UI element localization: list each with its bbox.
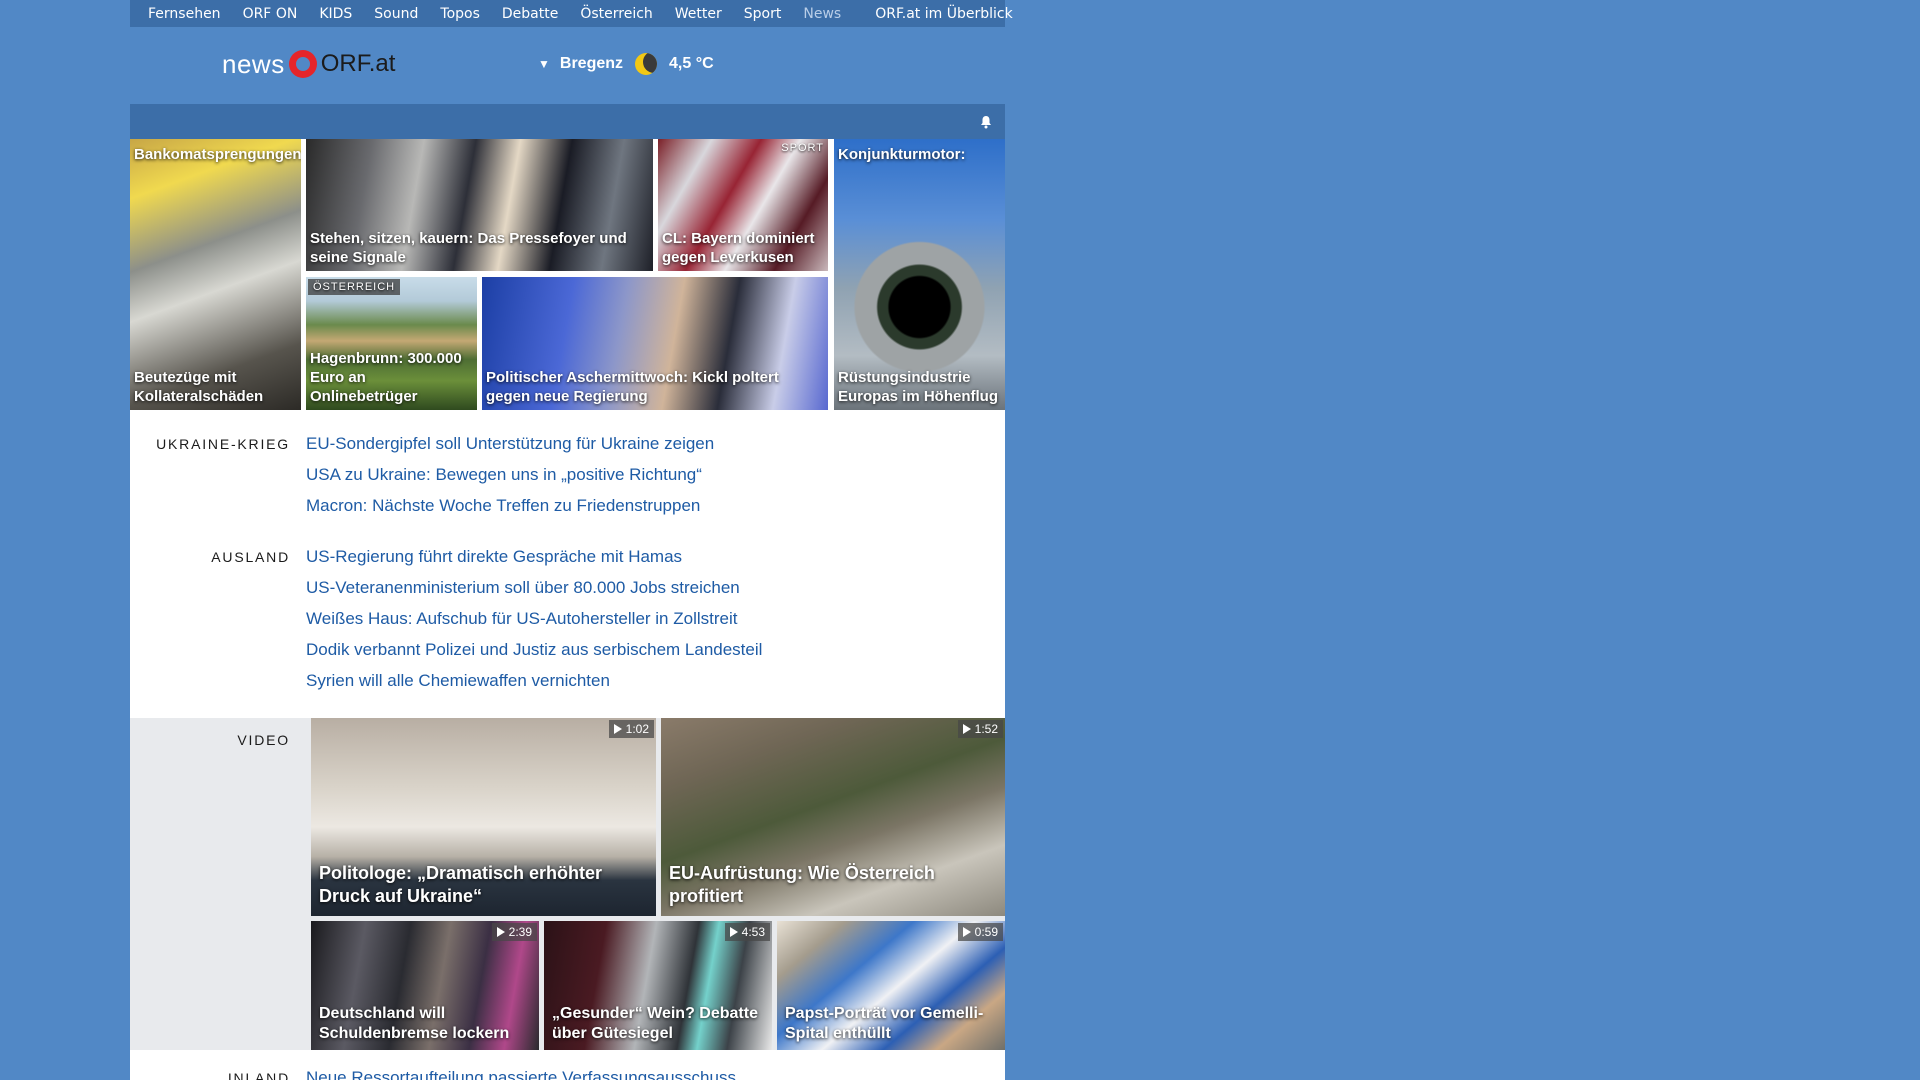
nav-item-oesterreich[interactable]: Österreich bbox=[580, 6, 652, 22]
section-label: INLAND bbox=[227, 1070, 290, 1080]
site-logo[interactable]: news ORF.at bbox=[222, 46, 395, 82]
location-dropdown-icon[interactable]: ▼ bbox=[538, 57, 550, 71]
list-item: Syrien will alle Chemiewaffen vernichten bbox=[306, 671, 762, 702]
play-icon bbox=[962, 724, 971, 734]
headline-link[interactable]: Syrien will alle Chemiewaffen vernichten bbox=[306, 671, 610, 690]
headline-link[interactable]: US-Regierung führt direkte Gespräche mit… bbox=[306, 547, 682, 566]
nav-item-topos[interactable]: Topos bbox=[440, 6, 479, 22]
logo-orf-text: ORF.at bbox=[320, 50, 396, 77]
nav-item-fernsehen[interactable]: Fernsehen bbox=[148, 6, 221, 22]
news-header-bar bbox=[130, 104, 1005, 139]
list-item: US-Veteranenministerium soll über 80.000… bbox=[306, 578, 762, 609]
nav-item-sound[interactable]: Sound bbox=[374, 6, 418, 22]
story-headline: Rüstungsindustrie Europas im Höhenflug bbox=[838, 369, 999, 405]
section-label: VIDEO bbox=[237, 732, 290, 748]
nav-item-sport[interactable]: Sport bbox=[744, 6, 782, 22]
story-tile-ruestung[interactable]: Konjunkturmotor: Rüstungsindustrie Europ… bbox=[834, 139, 1005, 410]
headline-list: US-Regierung führt direkte Gespräche mit… bbox=[306, 547, 762, 702]
video-duration: 1:52 bbox=[957, 720, 1003, 738]
headline-link[interactable]: US-Veteranenministerium soll über 80.000… bbox=[306, 578, 740, 597]
headline-link[interactable]: Weißes Haus: Aufschub für US-Autoherstel… bbox=[306, 609, 737, 628]
video-duration: 2:39 bbox=[491, 923, 537, 941]
headline-link[interactable]: Macron: Nächste Woche Treffen zu Frieden… bbox=[306, 496, 700, 515]
video-tile-papst[interactable]: 0:59 Papst-Porträt vor Gemelli-Spital en… bbox=[777, 921, 1005, 1050]
story-headline: Stehen, sitzen, kauern: Das Pressefoyer … bbox=[310, 230, 627, 266]
story-kicker: Bankomatsprengungen: bbox=[134, 146, 301, 163]
story-tile-bankomat[interactable]: Bankomatsprengungen: Beutezüge mit Kolla… bbox=[130, 139, 301, 410]
duration-label: 4:53 bbox=[741, 925, 765, 939]
video-headline: EU-Aufrüstung: Wie Österreich profitiert bbox=[669, 863, 935, 906]
list-item: Macron: Nächste Woche Treffen zu Frieden… bbox=[306, 496, 714, 527]
section-label: UKRAINE-KRIEG bbox=[156, 436, 290, 452]
list-item: Weißes Haus: Aufschub für US-Autoherstel… bbox=[306, 609, 762, 640]
headline-list: EU-Sondergipfel soll Unterstützung für U… bbox=[306, 434, 714, 527]
list-item: US-Regierung führt direkte Gespräche mit… bbox=[306, 547, 762, 578]
play-icon bbox=[729, 927, 738, 937]
play-icon bbox=[496, 927, 505, 937]
story-tile-bayern[interactable]: SPORT CL: Bayern dominiert gegen Leverku… bbox=[658, 139, 828, 271]
weather-location[interactable]: Bregenz bbox=[560, 55, 623, 73]
nav-item-overview[interactable]: ORF.at im Überblick bbox=[875, 6, 1012, 22]
top-navigation: Fernsehen ORF ON KIDS Sound Topos Debatt… bbox=[130, 0, 1013, 27]
headline-link[interactable]: Neue Ressortaufteilung passierte Verfass… bbox=[306, 1068, 736, 1080]
weather-widget[interactable]: ▼ Bregenz 4,5 °C bbox=[538, 53, 714, 75]
story-tile-pressefoyer[interactable]: Stehen, sitzen, kauern: Das Pressefoyer … bbox=[306, 139, 653, 271]
list-item: USA zu Ukraine: Bewegen uns in „positive… bbox=[306, 465, 714, 496]
category-tag: SPORT bbox=[781, 142, 824, 154]
video-headline: Politologe: „Dramatisch erhöhter Druck a… bbox=[319, 863, 603, 906]
video-tile-schuldenbremse[interactable]: 2:39 Deutschland will Schuldenbremse loc… bbox=[311, 921, 539, 1050]
story-headline: Beutezüge mit Kollateralschäden bbox=[134, 369, 264, 405]
play-icon bbox=[962, 927, 971, 937]
nav-item-news[interactable]: News bbox=[803, 6, 841, 22]
story-kicker: Konjunkturmotor: bbox=[838, 146, 966, 163]
video-headline: Papst-Porträt vor Gemelli-Spital enthüll… bbox=[785, 1005, 984, 1042]
orf-ring-icon bbox=[288, 50, 317, 78]
headline-list: Neue Ressortaufteilung passierte Verfass… bbox=[306, 1068, 736, 1080]
weather-temperature: 4,5 °C bbox=[669, 55, 714, 72]
headline-link[interactable]: USA zu Ukraine: Bewegen uns in „positive… bbox=[306, 465, 702, 484]
video-tile-aufruestung[interactable]: 1:52 EU-Aufrüstung: Wie Österreich profi… bbox=[661, 718, 1005, 916]
play-icon bbox=[613, 724, 622, 734]
list-item: Neue Ressortaufteilung passierte Verfass… bbox=[306, 1068, 736, 1080]
logo-news-text: news bbox=[222, 48, 285, 79]
nav-item-debatte[interactable]: Debatte bbox=[502, 6, 558, 22]
main-content: Bankomatsprengungen: Beutezüge mit Kolla… bbox=[130, 104, 1005, 1080]
story-headline: Politischer Aschermittwoch: Kickl polter… bbox=[486, 369, 779, 405]
list-item: EU-Sondergipfel soll Unterstützung für U… bbox=[306, 434, 714, 465]
duration-label: 2:39 bbox=[508, 925, 532, 939]
nav-item-orf-on[interactable]: ORF ON bbox=[243, 6, 298, 22]
duration-label: 0:59 bbox=[974, 925, 998, 939]
video-headline: „Gesunder“ Wein? Debatte über Gütesiegel bbox=[552, 1005, 758, 1042]
story-headline: Hagenbrunn: 300.000 Euro an Onlinebetrüg… bbox=[310, 350, 462, 405]
video-tile-wein[interactable]: 4:53 „Gesunder“ Wein? Debatte über Gütes… bbox=[544, 921, 772, 1050]
headline-link[interactable]: EU-Sondergipfel soll Unterstützung für U… bbox=[306, 434, 714, 453]
bell-icon[interactable] bbox=[979, 115, 993, 129]
story-headline: CL: Bayern dominiert gegen Leverkusen bbox=[662, 230, 815, 266]
video-duration: 1:02 bbox=[608, 720, 654, 738]
video-duration: 4:53 bbox=[724, 923, 770, 941]
section-label: AUSLAND bbox=[211, 549, 290, 565]
moon-icon bbox=[635, 53, 658, 75]
nav-item-kids[interactable]: KIDS bbox=[319, 6, 352, 22]
headline-link[interactable]: Dodik verbannt Polizei und Justiz aus se… bbox=[306, 640, 762, 659]
story-tile-kickl[interactable]: Politischer Aschermittwoch: Kickl polter… bbox=[482, 277, 828, 410]
video-tile-politologe[interactable]: 1:02 Politologe: „Dramatisch erhöhter Dr… bbox=[311, 718, 656, 916]
duration-label: 1:52 bbox=[974, 722, 998, 736]
story-tile-hagenbrunn[interactable]: ÖSTERREICH Hagenbrunn: 300.000 Euro an O… bbox=[306, 277, 477, 410]
nav-item-wetter[interactable]: Wetter bbox=[675, 6, 722, 22]
list-item: Dodik verbannt Polizei und Justiz aus se… bbox=[306, 640, 762, 671]
video-duration: 0:59 bbox=[957, 923, 1003, 941]
category-tag: ÖSTERREICH bbox=[308, 279, 401, 295]
duration-label: 1:02 bbox=[625, 722, 649, 736]
section-video: VIDEO 1:02 Politologe: „Dramatisch erhöh… bbox=[130, 718, 1005, 1050]
video-headline: Deutschland will Schuldenbremse lockern bbox=[319, 1005, 510, 1042]
